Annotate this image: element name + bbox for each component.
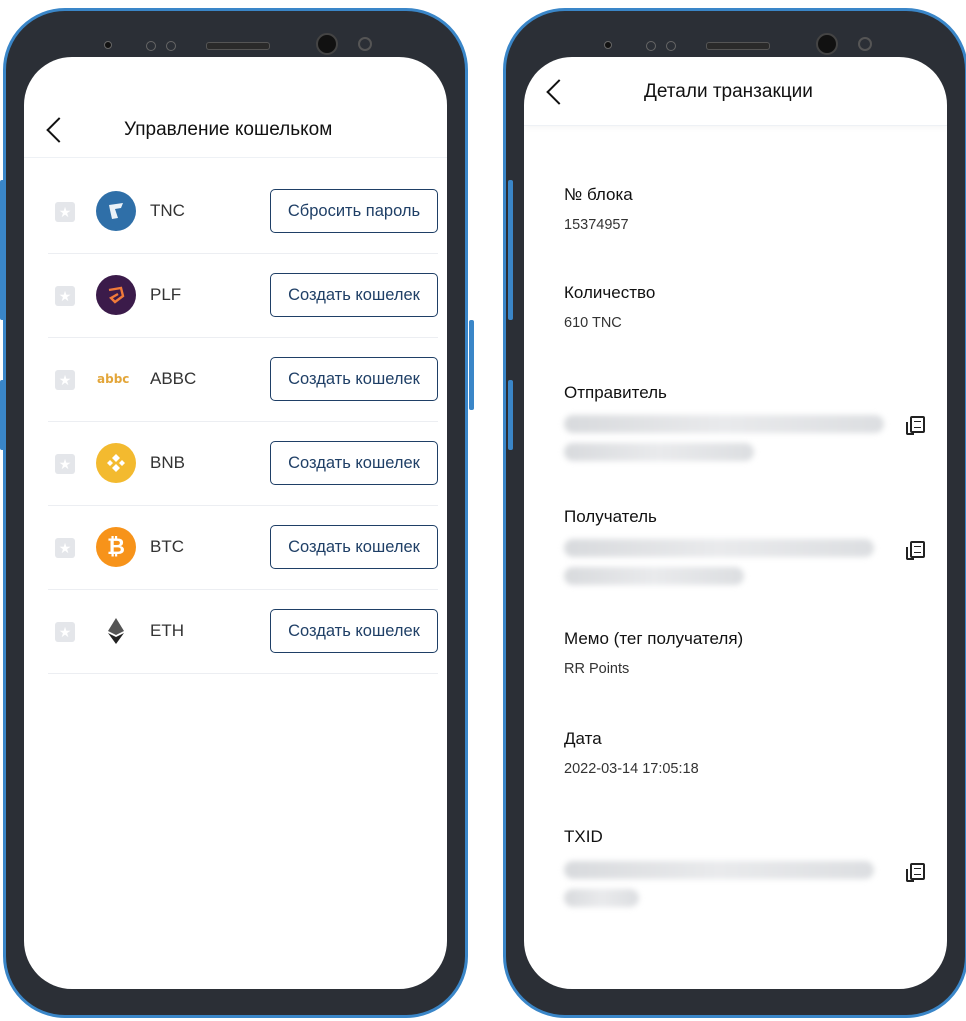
coin-symbol: PLF xyxy=(150,285,182,304)
txid-field: TXID xyxy=(564,827,944,847)
front-camera-icon xyxy=(816,33,838,55)
reset-password-button[interactable]: Сбросить пароль xyxy=(270,189,438,233)
recipient-address-blurred xyxy=(564,567,744,585)
copy-icon[interactable] xyxy=(906,541,925,560)
transaction-details-screen: Детали транзакции № блока 15374957 Колич… xyxy=(524,57,947,989)
field-value: 2022-03-14 17:05:18 xyxy=(564,761,699,777)
phone-side-button xyxy=(508,180,513,320)
sensor-dot xyxy=(666,41,676,51)
txid-blurred xyxy=(564,861,874,879)
amount-field: Количество 610 TNC xyxy=(564,283,944,331)
create-wallet-button[interactable]: Создать кошелек xyxy=(270,273,438,317)
wallet-row-bnb: ★ BNB Создать кошелек xyxy=(48,421,438,506)
date-field: Дата 2022-03-14 17:05:18 xyxy=(564,729,944,777)
sensor-dot xyxy=(646,41,656,51)
favorite-star-icon[interactable]: ★ xyxy=(55,454,75,474)
sensor-dot xyxy=(358,37,372,51)
txid-blurred xyxy=(564,889,639,907)
recipient-field: Получатель xyxy=(564,507,944,527)
field-value: RR Points xyxy=(564,661,630,677)
create-wallet-button[interactable]: Создать кошелек xyxy=(270,525,438,569)
create-wallet-button[interactable]: Создать кошелек xyxy=(270,441,438,485)
create-wallet-button[interactable]: Создать кошелек xyxy=(270,609,438,653)
wallet-row-eth: ★ ETH Создать кошелек xyxy=(48,589,438,674)
speaker-grille xyxy=(706,42,770,50)
favorite-star-icon[interactable]: ★ xyxy=(55,202,75,222)
sensor-dot xyxy=(604,41,612,49)
favorite-star-icon[interactable]: ★ xyxy=(55,286,75,306)
memo-field: Мемо (тег получателя) RR Points xyxy=(564,629,944,677)
wallet-row-abbc: ★ abbc ABBC Создать кошелек xyxy=(48,337,438,422)
sensor-dot xyxy=(166,41,176,51)
plf-coin-icon xyxy=(96,275,136,315)
field-label: Количество xyxy=(564,283,656,302)
favorite-star-icon[interactable]: ★ xyxy=(55,622,75,642)
back-arrow-icon[interactable] xyxy=(546,79,572,105)
wallet-row-plf: ★ PLF Создать кошелек xyxy=(48,253,438,338)
field-label: Отправитель xyxy=(564,383,667,402)
wallet-management-screen: Управление кошельком ★ TNC Сбросить паро… xyxy=(24,57,447,989)
sender-field: Отправитель xyxy=(564,383,944,403)
field-label: № блока xyxy=(564,185,633,204)
field-label: Дата xyxy=(564,729,602,748)
details-header: Детали транзакции xyxy=(524,57,947,126)
field-value: 15374957 xyxy=(564,217,629,233)
sensor-dot xyxy=(858,37,872,51)
speaker-grille xyxy=(206,42,270,50)
phone-side-button xyxy=(508,380,513,450)
bnb-coin-icon xyxy=(96,443,136,483)
phone-side-button xyxy=(469,320,474,410)
phone-side-button xyxy=(0,180,5,320)
coin-symbol: BTC xyxy=(150,537,184,556)
abbc-coin-icon: abbc xyxy=(96,359,136,399)
page-title: Детали транзакции xyxy=(644,81,813,102)
field-label: Получатель xyxy=(564,507,657,526)
eth-coin-icon xyxy=(96,611,136,651)
coin-symbol: ABBC xyxy=(150,369,197,388)
field-label: Мемо (тег получателя) xyxy=(564,629,744,648)
create-wallet-button[interactable]: Создать кошелек xyxy=(270,357,438,401)
back-arrow-icon[interactable] xyxy=(46,117,72,143)
sensor-dot xyxy=(104,41,112,49)
sensor-dot xyxy=(146,41,156,51)
wallet-row-tnc: ★ TNC Сбросить пароль xyxy=(48,169,438,254)
tnc-coin-icon xyxy=(96,191,136,231)
svg-text:abbc: abbc xyxy=(97,372,129,386)
coin-symbol: ETH xyxy=(150,621,184,640)
wallet-header: Управление кошельком xyxy=(24,57,447,158)
phone-frame-left: Управление кошельком ★ TNC Сбросить паро… xyxy=(3,8,468,1018)
copy-icon[interactable] xyxy=(906,863,925,882)
page-title: Управление кошельком xyxy=(124,119,333,140)
field-label: TXID xyxy=(564,827,603,846)
block-number-field: № блока 15374957 xyxy=(564,185,944,233)
field-value: 610 TNC xyxy=(564,315,622,331)
phone-frame-right: Детали транзакции № блока 15374957 Колич… xyxy=(503,8,966,1018)
recipient-address-blurred xyxy=(564,539,874,557)
sender-address-blurred xyxy=(564,443,754,461)
favorite-star-icon[interactable]: ★ xyxy=(55,538,75,558)
front-camera-icon xyxy=(316,33,338,55)
sender-address-blurred xyxy=(564,415,884,433)
favorite-star-icon[interactable]: ★ xyxy=(55,370,75,390)
btc-coin-icon: ₿ xyxy=(96,527,136,567)
copy-icon[interactable] xyxy=(906,416,925,435)
coin-symbol: TNC xyxy=(150,201,185,220)
coin-symbol: BNB xyxy=(150,453,185,472)
phone-side-button xyxy=(0,380,5,450)
wallet-row-btc: ★ ₿ BTC Создать кошелек xyxy=(48,505,438,590)
